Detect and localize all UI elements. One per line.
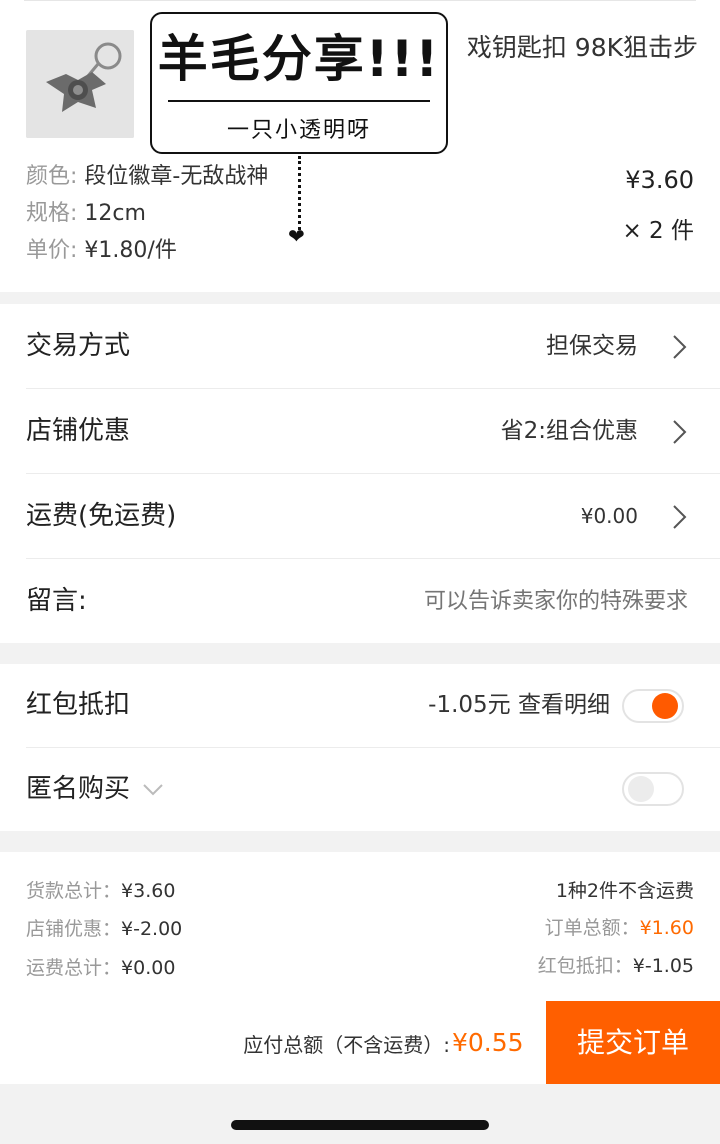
anonymous-label[interactable]: 匿名购买 — [26, 748, 164, 831]
red-packet-total: 红包抵扣：¥-1.05 — [538, 951, 694, 978]
unit-price-value: ¥1.80/件 — [84, 238, 177, 263]
order-total: 订单总额：¥1.60 — [545, 913, 694, 940]
product-unit-price: 单价: ¥1.80/件 — [26, 236, 177, 266]
shipping-total: 运费总计：¥0.00 — [26, 953, 175, 980]
shipping-label: 运费(免运费) — [26, 501, 177, 531]
product-quantity: × 2 件 — [622, 218, 694, 244]
row-trade-method[interactable]: 交易方式 担保交易 — [0, 304, 720, 389]
watermark-divider — [168, 100, 430, 102]
product-price: ¥3.60 — [625, 166, 694, 194]
items-note-text: 1种2件不含运费 — [555, 880, 694, 902]
shop-discount-label: 店铺优惠 — [26, 416, 131, 446]
shop-discount-value: 省2:组合优惠 — [500, 418, 638, 444]
shipping-total-label: 运费总计： — [26, 957, 122, 979]
chevron-right-icon — [666, 504, 692, 530]
red-packet-total-label: 红包抵扣： — [537, 955, 633, 977]
color-label: 颜色: — [26, 164, 78, 189]
order-options: 交易方式 担保交易 店铺优惠 省2:组合优惠 运费(免运费) ¥0.00 留言: — [0, 304, 720, 644]
toggle-knob — [628, 776, 654, 802]
color-value: 段位徽章-无敌战神 — [84, 164, 269, 189]
row-shop-discount[interactable]: 店铺优惠 省2:组合优惠 — [0, 389, 720, 474]
shipping-total-value: ¥0.00 — [121, 957, 176, 979]
watermark-box: 羊毛分享!!! 一只小透明呀 — [150, 12, 448, 154]
red-packet-total-value: ¥-1.05 — [632, 955, 694, 977]
message-input[interactable] — [268, 559, 688, 644]
order-total-value: ¥1.60 — [639, 917, 694, 939]
heart-icon: ❤ — [288, 224, 305, 248]
watermark-dotted-line — [298, 156, 301, 230]
chevron-down-icon — [143, 783, 163, 795]
row-anonymous: 匿名购买 — [0, 748, 720, 831]
home-indicator[interactable] — [231, 1120, 489, 1130]
spec-value: 12cm — [84, 201, 146, 226]
shop-discount-total: 店铺优惠：¥-2.00 — [26, 914, 182, 941]
anonymous-label-text: 匿名购买 — [26, 774, 131, 804]
items-note: 1种2件不含运费 — [556, 876, 694, 903]
payable-label: 应付总额（不含运费）: — [243, 1033, 450, 1057]
watermark-subtitle: 一只小透明呀 — [226, 118, 371, 143]
goods-total-value: ¥3.60 — [121, 880, 176, 902]
product-spec: 规格: 12cm — [26, 199, 146, 229]
product-color: 颜色: 段位徽章-无敌战神 — [26, 162, 268, 192]
product-thumbnail[interactable] — [26, 30, 134, 138]
discount-options: 红包抵扣 -1.05元 查看明细 匿名购买 — [0, 664, 720, 831]
message-label: 留言: — [26, 586, 87, 616]
product-card: 戏钥匙扣 98K狙击步 颜色: 段位徽章-无敌战神 规格: 12cm 单价: ¥… — [0, 0, 720, 292]
trade-method-value: 担保交易 — [546, 333, 638, 359]
keychain-image-icon — [26, 30, 134, 138]
divider — [24, 0, 696, 1]
red-packet-detail-link[interactable]: -1.05元 查看明细 — [428, 664, 610, 747]
shop-discount-total-value: ¥-2.00 — [121, 918, 183, 940]
red-packet-toggle[interactable] — [622, 689, 684, 723]
toggle-knob — [652, 693, 678, 719]
watermark-title: 羊毛分享!!! — [157, 30, 441, 88]
anonymous-toggle[interactable] — [622, 772, 684, 806]
row-red-packet: 红包抵扣 -1.05元 查看明细 — [0, 664, 720, 747]
goods-total: 货款总计：¥3.60 — [26, 876, 175, 903]
shop-discount-total-label: 店铺优惠： — [26, 918, 122, 940]
payable-amount: ¥0.55 — [452, 1028, 524, 1057]
spec-label: 规格: — [26, 201, 78, 226]
shipping-value: ¥0.00 — [580, 504, 638, 528]
unit-price-label: 单价: — [26, 238, 78, 263]
chevron-right-icon — [666, 334, 692, 360]
chevron-right-icon — [666, 419, 692, 445]
goods-total-label: 货款总计： — [26, 880, 122, 902]
row-message: 留言: — [0, 559, 720, 644]
order-total-label: 订单总额： — [544, 917, 640, 939]
red-packet-label: 红包抵扣 — [26, 690, 131, 720]
submit-order-button[interactable]: 提交订单 — [546, 1001, 720, 1084]
row-shipping[interactable]: 运费(免运费) ¥0.00 — [0, 474, 720, 559]
trade-method-label: 交易方式 — [26, 331, 131, 361]
